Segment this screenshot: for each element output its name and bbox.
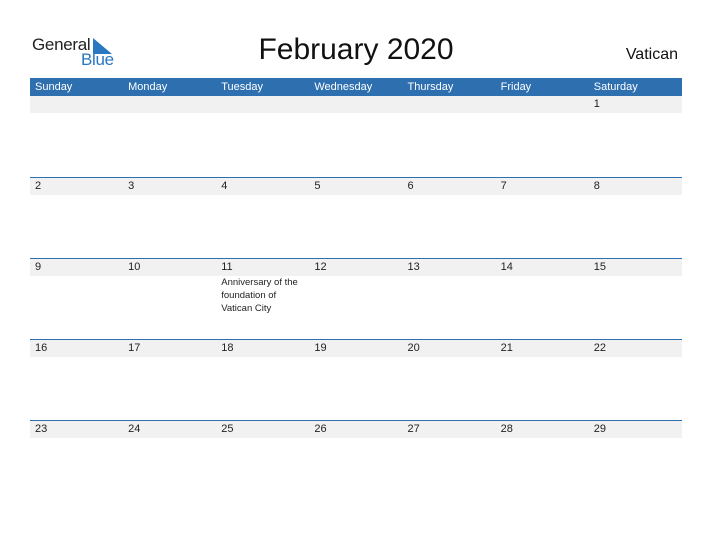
page-title: February 2020: [258, 33, 454, 66]
weekday-friday: Friday: [500, 81, 532, 93]
day-number-strip: 9 10 11 Anniversary of the foundation of Va…: [30, 259, 682, 314]
day-cell: [309, 96, 402, 113]
day-number: 1: [593, 98, 600, 110]
day-number: 11: [221, 261, 233, 273]
day-number: 28: [500, 423, 513, 435]
day-number: 13: [407, 261, 420, 273]
weekday-sunday: Sunday: [35, 81, 73, 93]
day-cell: 14: [496, 259, 589, 276]
day-number: 23: [35, 423, 48, 435]
day-cell: [30, 96, 123, 113]
day-number: 19: [314, 342, 327, 354]
day-cell: 16: [30, 340, 123, 357]
day-cell: 7: [496, 178, 589, 195]
day-number: 3: [128, 180, 135, 192]
day-cell: 10: [123, 259, 216, 276]
day-cell: [123, 96, 216, 113]
weekday-tuesday: Tuesday: [221, 81, 264, 93]
day-cell: 1: [589, 96, 682, 113]
week-row: 1: [30, 96, 682, 177]
day-cell: 28: [496, 421, 589, 438]
holiday-event: Anniversary of the foundation of Vatican…: [221, 277, 298, 314]
day-number: 20: [407, 342, 420, 354]
day-number: 16: [35, 342, 48, 354]
day-number: 6: [407, 180, 414, 192]
day-cell: 6: [403, 178, 496, 195]
day-cell: 8: [589, 178, 682, 195]
weekday-header: Sunday Monday Tuesday Wednesday Thursday…: [30, 78, 682, 96]
day-cell: 12: [309, 259, 402, 276]
day-number: 18: [221, 342, 234, 354]
day-cell: [216, 96, 309, 113]
day-cell: 26: [309, 421, 402, 438]
day-cell: 9: [30, 259, 123, 276]
week-row: 9 10 11 Anniversary of the foundation of Va…: [30, 258, 682, 339]
day-number: 21: [500, 342, 513, 354]
day-cell: 15: [589, 259, 682, 276]
day-number: 4: [221, 180, 228, 192]
day-cell: 2: [30, 178, 123, 195]
country-label: Vatican: [625, 46, 678, 63]
day-number: 22: [593, 342, 606, 354]
day-cell: 13: [403, 259, 496, 276]
day-cell: 23: [30, 421, 123, 438]
day-number-strip: 16 17 18 19 20 21 22: [30, 340, 682, 357]
day-number-strip: 23 24 25 26 27 28 29: [30, 421, 682, 438]
day-cell: 4: [216, 178, 309, 195]
day-cell: 27: [403, 421, 496, 438]
day-cell: 22: [589, 340, 682, 357]
day-number-strip: 1: [30, 96, 682, 113]
day-number: 5: [314, 180, 321, 192]
week-row: 16 17 18 19 20 21 22: [30, 339, 682, 420]
day-number: 25: [221, 423, 234, 435]
weekday-monday: Monday: [128, 81, 168, 93]
day-number: 27: [407, 423, 420, 435]
day-number: 8: [593, 180, 600, 192]
weekday-thursday: Thursday: [407, 81, 454, 93]
day-cell: 11 Anniversary of the foundation of Vatic…: [216, 259, 309, 314]
day-number-strip: 2 3 4 5 6 7 8: [30, 178, 682, 195]
day-cell: 5: [309, 178, 402, 195]
day-cell: 24: [123, 421, 216, 438]
day-number: 2: [35, 180, 42, 192]
day-number: 7: [500, 180, 507, 192]
day-cell: 19: [309, 340, 402, 357]
day-cell: 21: [496, 340, 589, 357]
day-number: 29: [593, 423, 606, 435]
day-number: 26: [314, 423, 327, 435]
day-cell: [403, 96, 496, 113]
weeks-container: 1 2 3 4 5 6 7 8 9 10 11 Anniversary of the foundati…: [30, 96, 682, 501]
day-number: 12: [314, 261, 327, 273]
weekday-saturday: Saturday: [593, 81, 638, 93]
day-number: 17: [128, 342, 141, 354]
day-cell: 17: [123, 340, 216, 357]
week-row: 23 24 25 26 27 28 29: [30, 420, 682, 501]
day-cell: 20: [403, 340, 496, 357]
day-cell: [496, 96, 589, 113]
day-number: 24: [128, 423, 141, 435]
day-number: 15: [593, 261, 606, 273]
day-number: 10: [128, 261, 141, 273]
day-cell: 25: [216, 421, 309, 438]
day-cell: 29: [589, 421, 682, 438]
day-cell: 3: [123, 178, 216, 195]
weekday-wednesday: Wednesday: [314, 81, 373, 93]
day-number: 14: [500, 261, 513, 273]
day-number: 9: [35, 261, 42, 273]
week-row: 2 3 4 5 6 7 8: [30, 177, 682, 258]
calendar: Sunday Monday Tuesday Wednesday Thursday…: [30, 78, 682, 501]
day-cell: 18: [216, 340, 309, 357]
